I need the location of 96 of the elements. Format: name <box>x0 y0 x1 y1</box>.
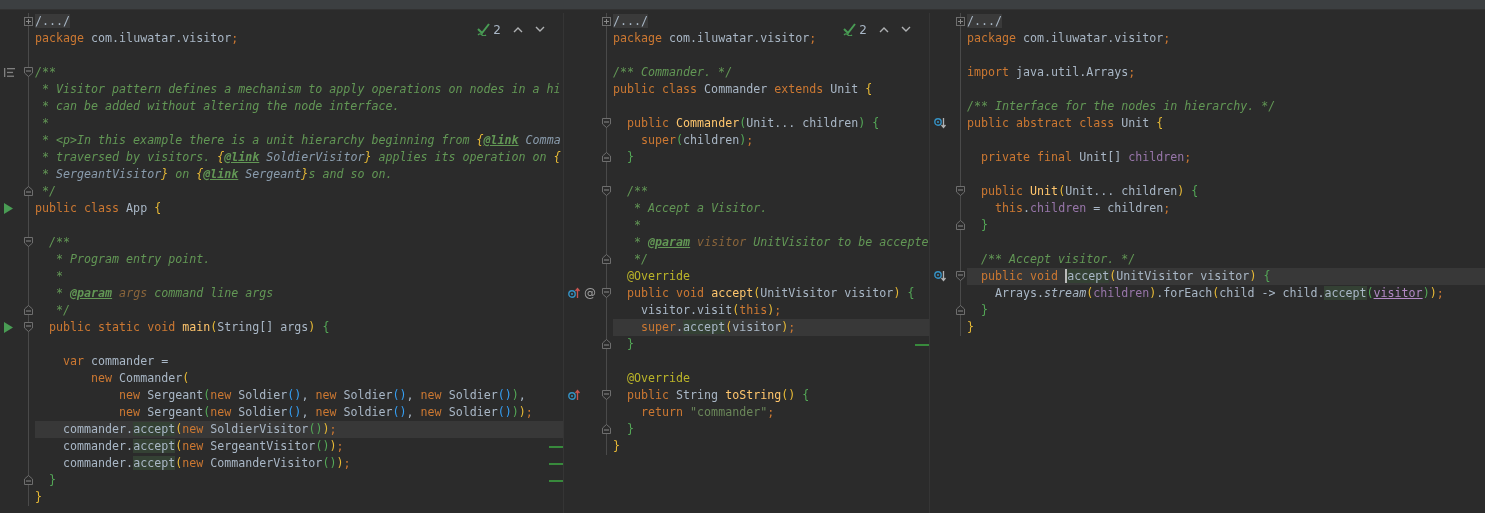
code-line: * @param visitor UnitVisitor to be accepte <box>633 233 929 251</box>
chevron-up-icon[interactable] <box>879 26 889 33</box>
code-line: * traversed by visitors. {@link SoldierVisitor} applies its operation on { <box>41 148 561 166</box>
code-line: /** <box>626 182 649 200</box>
code-line: @Override <box>626 369 691 387</box>
code-line: public String toString() { <box>626 386 810 404</box>
code-line: new Sergeant(new Soldier(), new Soldier(), new Soldier()), <box>118 386 526 404</box>
fold-icon[interactable] <box>601 118 611 128</box>
code-line: } <box>980 301 989 319</box>
code-line: super.accept(visitor); <box>640 318 796 336</box>
code-line: visitor.visit(this); <box>640 301 782 319</box>
code-line: } <box>967 318 974 336</box>
code-line: */ <box>633 250 649 268</box>
fold-icon[interactable] <box>601 339 611 349</box>
fold-icon[interactable] <box>956 271 965 281</box>
fold-icon[interactable] <box>24 322 33 332</box>
run-icon[interactable] <box>4 202 13 214</box>
problem-count[interactable]: 2 <box>493 22 501 37</box>
code-line: /** Accept visitor. */ <box>980 250 1136 268</box>
code-line: package com.iluwatar.visitor; <box>35 29 239 47</box>
fold-icon[interactable] <box>601 186 611 196</box>
run-icon[interactable] <box>4 321 13 333</box>
code-line: } <box>626 335 635 353</box>
code-line: /** Commander. */ <box>613 63 733 81</box>
circle-up-arrow-icon[interactable] <box>568 287 580 299</box>
code-line: return "commander"; <box>640 403 775 421</box>
code-line: public class App { <box>35 199 162 217</box>
code-line: public static void main(String[] args) { <box>48 318 330 336</box>
code-line: @Override <box>626 267 691 285</box>
fold-icon[interactable] <box>601 390 611 400</box>
fold-icon[interactable] <box>24 67 33 77</box>
code-line: new Commander( <box>90 369 190 387</box>
fold-icon[interactable] <box>24 305 33 315</box>
fold-icon[interactable] <box>956 186 965 196</box>
code-line: public void accept(UnitVisitor visitor) { <box>626 284 915 302</box>
code-line: * Program entry point. <box>55 250 211 268</box>
chevron-up-icon[interactable] <box>513 26 523 33</box>
fold-icon[interactable] <box>24 237 33 247</box>
code-line: public void accept(UnitVisitor visitor) { <box>980 267 1271 285</box>
fold-plus-icon[interactable] <box>601 16 611 26</box>
code-line: } <box>35 488 42 506</box>
code-line: commander.accept(new SoldierVisitor()); <box>62 420 337 438</box>
fold-icon[interactable] <box>956 305 965 315</box>
code-line: commander.accept(new SergeantVisitor()); <box>62 437 344 455</box>
code-line: } <box>613 437 620 455</box>
fold-icon[interactable] <box>24 475 33 485</box>
annotation-mark[interactable]: @ <box>584 287 596 299</box>
circle-down-arrow-icon[interactable] <box>934 270 946 282</box>
fold-icon[interactable] <box>601 424 611 434</box>
code-line: * Visitor pattern defines a mechanism to apply operations on nodes in a hi <box>41 80 561 98</box>
code-line: Arrays.stream(children).forEach(child -> child.accept(visitor)); <box>994 284 1444 302</box>
code-line: package com.iluwatar.visitor; <box>967 29 1171 47</box>
code-line: public Commander(Unit... children) { <box>626 114 880 132</box>
code-line: private final Unit[] children; <box>980 148 1192 166</box>
code-line: public class Commander extends Unit { <box>613 80 873 98</box>
fold-plus-icon[interactable] <box>956 16 965 26</box>
code-line: super(children); <box>640 131 754 149</box>
code-line: * <box>41 114 50 132</box>
code-line: } <box>980 216 989 234</box>
code-line: /** <box>35 63 57 81</box>
circle-down-arrow-icon[interactable] <box>934 117 946 129</box>
code-line: * <box>633 216 642 234</box>
code-line: * Accept a Visitor. <box>633 199 768 217</box>
code-line: package com.iluwatar.visitor; <box>613 29 817 47</box>
chevron-down-icon[interactable] <box>535 26 545 33</box>
fold-icon[interactable] <box>24 186 33 196</box>
code-line: new Sergeant(new Soldier(), new Soldier(), new Soldier())); <box>118 403 533 421</box>
code-line: * can be added without altering the node interface. <box>41 97 400 115</box>
code-line: } <box>626 148 635 166</box>
code-line: * @param args command line args <box>55 284 274 302</box>
code-line: */ <box>55 301 71 319</box>
code-line: var commander = <box>62 352 169 370</box>
code-line: /** Interface for the nodes in hierarchy. */ <box>967 97 1276 115</box>
fold-icon[interactable] <box>601 254 611 264</box>
code-line: * SergeantVisitor} on {@link Sergeant}s and so on. <box>41 165 393 183</box>
code-line: commander.accept(new CommanderVisitor()); <box>62 454 351 472</box>
code-line: public Unit(Unit... children) { <box>980 182 1199 200</box>
check-icon <box>843 23 858 36</box>
fold-icon[interactable] <box>956 220 965 230</box>
code-line: public abstract class Unit { <box>967 114 1164 132</box>
code-line: } <box>48 471 57 489</box>
code-line: * <box>55 267 64 285</box>
fold-icon[interactable] <box>601 288 611 298</box>
code-line: } <box>626 420 635 438</box>
code-line: import java.util.Arrays; <box>967 63 1136 81</box>
chevron-down-icon[interactable] <box>901 26 911 33</box>
code-line: * <p>In this example there is a unit hierarchy beginning from {@link Comma <box>41 131 561 149</box>
code-line: this.children = children; <box>994 199 1171 217</box>
check-icon <box>477 23 492 36</box>
code-line: /** <box>48 233 71 251</box>
problem-count[interactable]: 2 <box>859 22 867 37</box>
fold-plus-icon[interactable] <box>24 16 33 26</box>
lines-icon[interactable] <box>4 67 15 77</box>
code-line: */ <box>41 182 57 200</box>
circle-up-arrow-icon[interactable] <box>568 389 580 401</box>
fold-icon[interactable] <box>601 152 611 162</box>
